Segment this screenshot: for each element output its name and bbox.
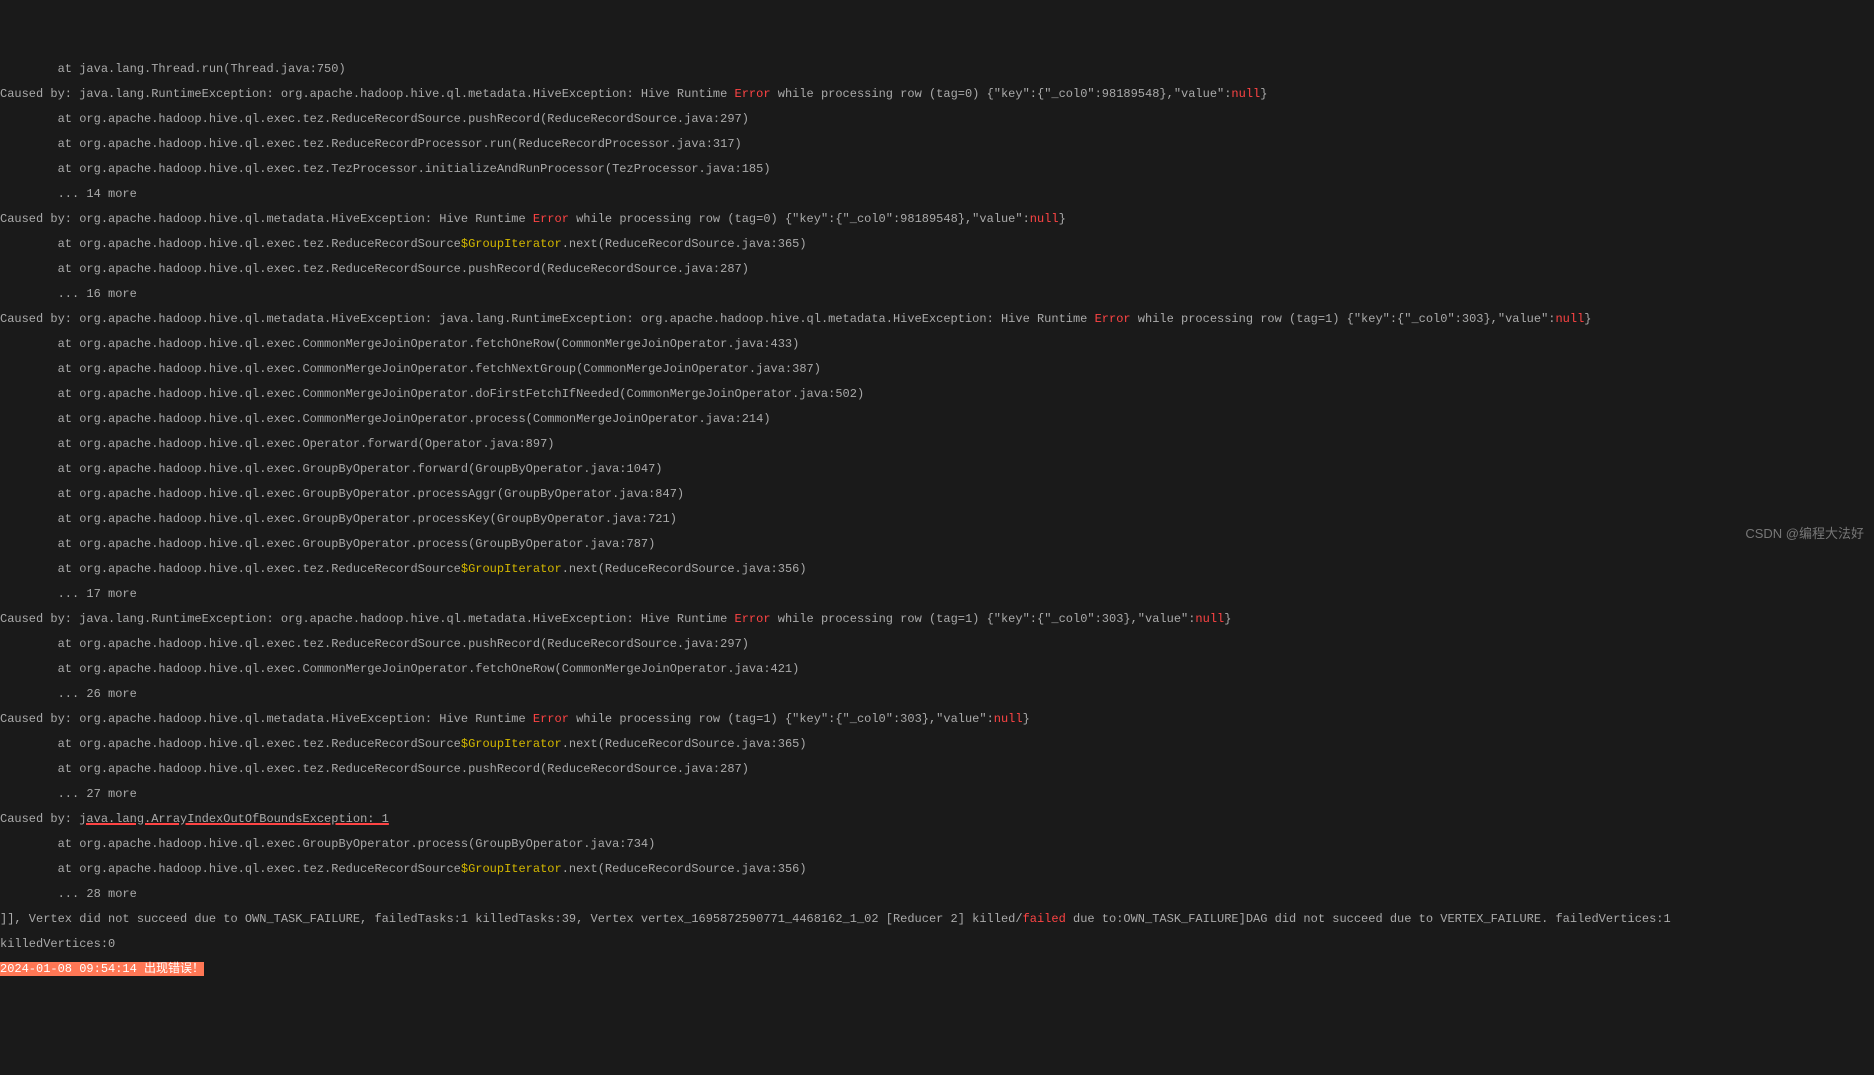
log-line: ... 14 more	[0, 188, 1874, 201]
log-line: Caused by: java.lang.ArrayIndexOutOfBoun…	[0, 813, 1874, 826]
root-cause-exception: java.lang.ArrayIndexOutOfBoundsException…	[79, 812, 389, 826]
null-word: null	[1231, 87, 1260, 101]
group-iterator: $GroupIterator	[461, 237, 562, 251]
log-line: Caused by: org.apache.hadoop.hive.ql.met…	[0, 713, 1874, 726]
failed-word: failed	[1023, 912, 1066, 926]
log-line: at org.apache.hadoop.hive.ql.exec.tez.Re…	[0, 238, 1874, 251]
log-line: at org.apache.hadoop.hive.ql.exec.GroupB…	[0, 463, 1874, 476]
log-line: Caused by: java.lang.RuntimeException: o…	[0, 613, 1874, 626]
null-word: null	[1555, 312, 1584, 326]
log-line: at org.apache.hadoop.hive.ql.exec.GroupB…	[0, 488, 1874, 501]
log-line: ... 16 more	[0, 288, 1874, 301]
log-line: at org.apache.hadoop.hive.ql.exec.tez.Te…	[0, 163, 1874, 176]
log-line: 2024-01-08 09:54:14 出现错误！	[0, 963, 1874, 976]
log-line: at org.apache.hadoop.hive.ql.exec.tez.Re…	[0, 113, 1874, 126]
null-word: null	[994, 712, 1023, 726]
log-line: at org.apache.hadoop.hive.ql.exec.tez.Re…	[0, 563, 1874, 576]
group-iterator: $GroupIterator	[461, 562, 562, 576]
log-line: at org.apache.hadoop.hive.ql.exec.Common…	[0, 413, 1874, 426]
log-line: at org.apache.hadoop.hive.ql.exec.tez.Re…	[0, 863, 1874, 876]
log-line: at org.apache.hadoop.hive.ql.exec.GroupB…	[0, 513, 1874, 526]
log-line: at java.lang.Thread.run(Thread.java:750)	[0, 63, 1874, 76]
log-line: at org.apache.hadoop.hive.ql.exec.Common…	[0, 363, 1874, 376]
group-iterator: $GroupIterator	[461, 737, 562, 751]
log-line: at org.apache.hadoop.hive.ql.exec.GroupB…	[0, 538, 1874, 551]
watermark: CSDN @编程大法好	[1745, 528, 1864, 541]
log-line: at org.apache.hadoop.hive.ql.exec.tez.Re…	[0, 138, 1874, 151]
log-line: killedVertices:0	[0, 938, 1874, 951]
log-line: at org.apache.hadoop.hive.ql.exec.Common…	[0, 663, 1874, 676]
stacktrace-log: at java.lang.Thread.run(Thread.java:750)…	[0, 50, 1874, 988]
log-line: at org.apache.hadoop.hive.ql.exec.Operat…	[0, 438, 1874, 451]
error-word: Error	[533, 212, 569, 226]
log-line: ... 26 more	[0, 688, 1874, 701]
log-line: at org.apache.hadoop.hive.ql.exec.tez.Re…	[0, 263, 1874, 276]
log-line: ... 27 more	[0, 788, 1874, 801]
error-word: Error	[735, 612, 771, 626]
group-iterator: $GroupIterator	[461, 862, 562, 876]
log-line: Caused by: java.lang.RuntimeException: o…	[0, 88, 1874, 101]
log-line: at org.apache.hadoop.hive.ql.exec.tez.Re…	[0, 638, 1874, 651]
log-line: ... 28 more	[0, 888, 1874, 901]
log-line: at org.apache.hadoop.hive.ql.exec.GroupB…	[0, 838, 1874, 851]
error-word: Error	[735, 87, 771, 101]
error-word: Error	[1095, 312, 1131, 326]
log-line: at org.apache.hadoop.hive.ql.exec.tez.Re…	[0, 763, 1874, 776]
log-line: Caused by: org.apache.hadoop.hive.ql.met…	[0, 213, 1874, 226]
log-line: at org.apache.hadoop.hive.ql.exec.tez.Re…	[0, 738, 1874, 751]
log-line: ... 17 more	[0, 588, 1874, 601]
log-line: ]], Vertex did not succeed due to OWN_TA…	[0, 913, 1874, 926]
null-word: null	[1195, 612, 1224, 626]
log-line: at org.apache.hadoop.hive.ql.exec.Common…	[0, 338, 1874, 351]
null-word: null	[1030, 212, 1059, 226]
error-timestamp-banner: 2024-01-08 09:54:14 出现错误！	[0, 962, 204, 976]
log-line: Caused by: org.apache.hadoop.hive.ql.met…	[0, 313, 1874, 326]
log-line: at org.apache.hadoop.hive.ql.exec.Common…	[0, 388, 1874, 401]
error-word: Error	[533, 712, 569, 726]
